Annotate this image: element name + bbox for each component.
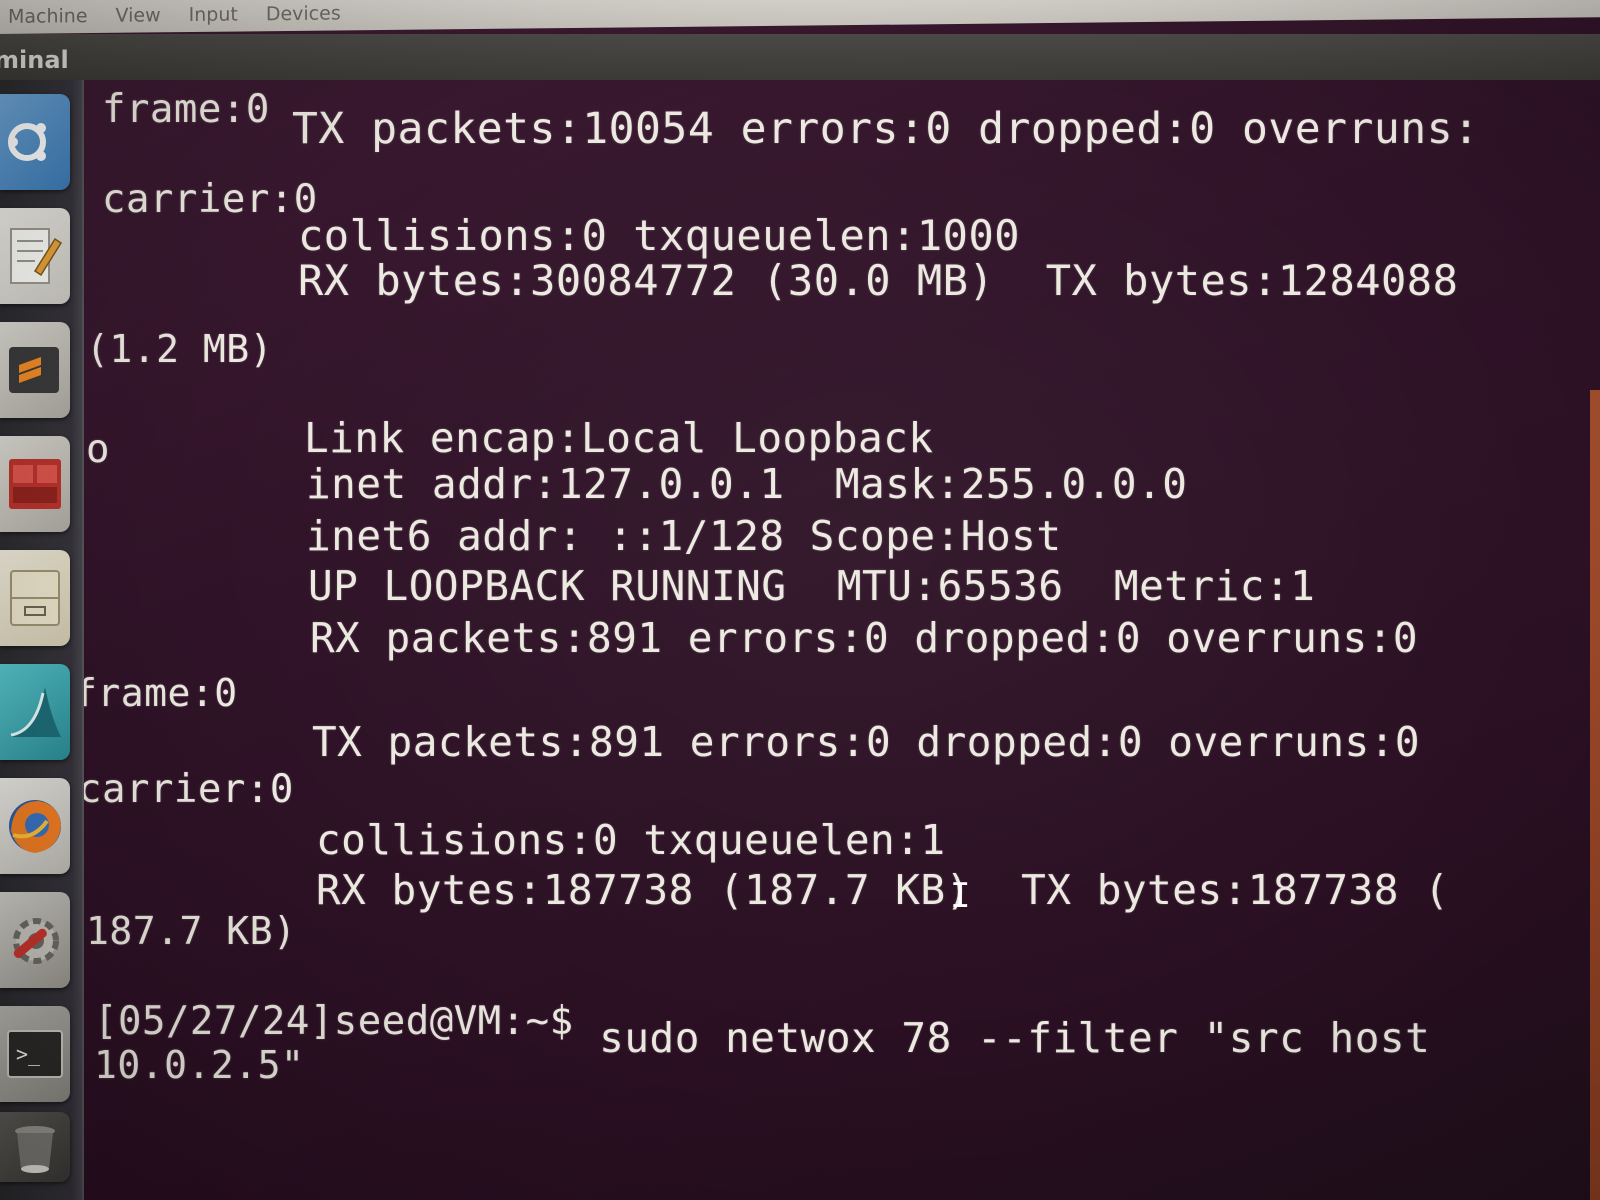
terminal-line: collisions:0 txqueuelen:1 bbox=[316, 816, 946, 864]
svg-text:>_: >_ bbox=[16, 1042, 41, 1066]
terminal-line: TX packets:891 errors:0 dropped:0 overru… bbox=[312, 718, 1421, 766]
system-settings-icon[interactable] bbox=[0, 892, 70, 988]
terminal-line: collisions:0 txqueuelen:1000 bbox=[298, 211, 1021, 260]
terminal-line: inet addr:127.0.0.1 Mask:255.0.0.0 bbox=[306, 460, 1188, 508]
shell-command[interactable]: sudo netwox 78 --filter "src host bbox=[574, 1018, 1430, 1059]
terminal-line: inet6 addr: ::1/128 Scope:Host bbox=[306, 512, 1062, 560]
terminal-line: RX bytes:187738 (187.7 KB) TX bytes:1877… bbox=[316, 866, 1450, 914]
desktop-edge bbox=[1590, 390, 1600, 1200]
menu-view[interactable]: View bbox=[116, 4, 161, 26]
trash-icon[interactable] bbox=[0, 1112, 70, 1182]
menu-input[interactable]: Input bbox=[189, 4, 238, 27]
terminal-line: 0 frame:0 bbox=[101, 87, 270, 132]
window-titlebar[interactable]: minal bbox=[0, 34, 1600, 80]
sublime-text-icon[interactable] bbox=[0, 322, 70, 418]
text-editor-icon[interactable] bbox=[0, 208, 70, 304]
vm-menubar: Machine View Input Devices bbox=[0, 0, 1600, 35]
firefox-icon[interactable] bbox=[0, 778, 70, 874]
mouse-ibeam-cursor: I bbox=[950, 876, 971, 916]
terminal-output[interactable]: 0 frame:0 TX packets:10054 errors:0 drop… bbox=[84, 80, 1600, 1200]
terminal-red-icon[interactable] bbox=[0, 436, 70, 532]
vm-screen: Machine View Input Devices minal >_ fram… bbox=[0, 0, 1600, 1200]
terminal-line: Link encap:Local Loopback bbox=[304, 414, 934, 462]
interface-name-lo: lo bbox=[84, 427, 110, 472]
window-title: minal bbox=[0, 46, 69, 74]
ubuntu-dash-icon[interactable] bbox=[0, 94, 70, 190]
terminal-line: RX bytes:30084772 (30.0 MB) TX bytes:128… bbox=[298, 256, 1459, 305]
wireshark-icon[interactable] bbox=[0, 664, 70, 760]
terminal-icon[interactable]: >_ bbox=[0, 1006, 70, 1102]
terminal-line: carrier:0 bbox=[84, 767, 294, 812]
menu-devices[interactable]: Devices bbox=[266, 2, 341, 25]
shell-command-continuation[interactable]: 10.0.2.5" bbox=[94, 1046, 304, 1084]
terminal-line: UP LOOPBACK RUNNING MTU:65536 Metric:1 bbox=[308, 562, 1316, 610]
terminal-line: TX packets:10054 errors:0 dropped:0 over… bbox=[292, 104, 1480, 154]
menu-machine[interactable]: Machine bbox=[8, 5, 88, 28]
shell-prompt: [05/27/24]seed@VM:~$ bbox=[94, 999, 574, 1044]
unity-launcher: >_ bbox=[0, 80, 84, 1200]
terminal-line: 187.7 KB) bbox=[86, 909, 297, 953]
file-cabinet-icon[interactable] bbox=[0, 550, 70, 646]
terminal-line: 0 carrier:0 bbox=[101, 177, 318, 222]
terminal-line: (1.2 MB) bbox=[86, 327, 274, 371]
terminal-line: frame:0 bbox=[84, 671, 238, 715]
terminal-line: RX packets:891 errors:0 dropped:0 overru… bbox=[310, 614, 1419, 662]
